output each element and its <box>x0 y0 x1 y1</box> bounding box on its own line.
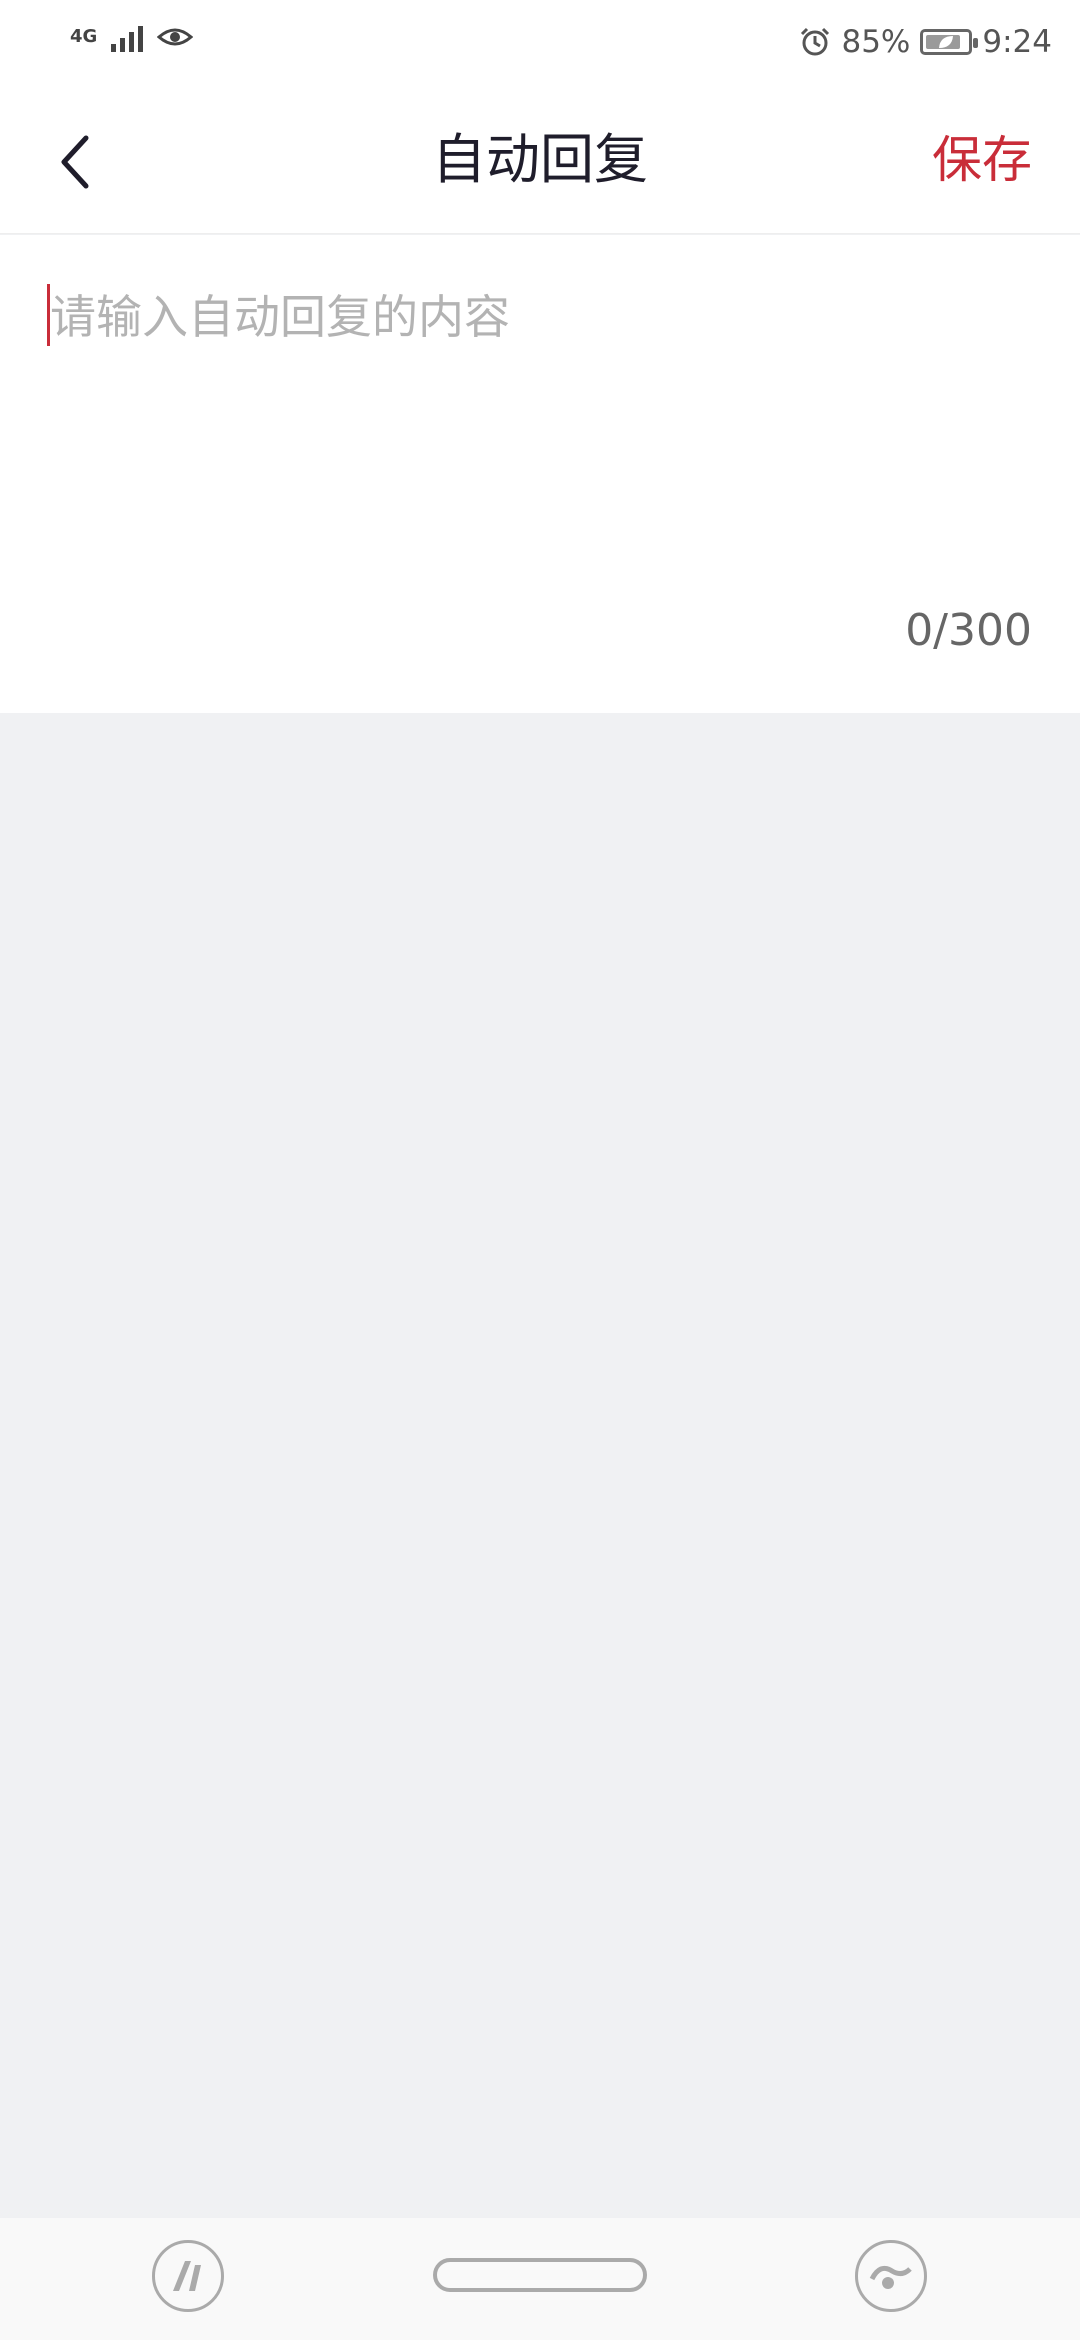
assistant-icon[interactable] <box>152 2240 224 2312</box>
char-counter: 0/300 <box>905 605 1032 656</box>
leaf-icon <box>939 36 954 48</box>
signal-icon <box>111 22 144 52</box>
battery-percent: 85% <box>841 24 911 60</box>
save-button[interactable]: 保存 <box>932 128 1032 192</box>
page-title: 自动回复 <box>432 128 648 191</box>
status-right: 85% 9:24 <box>799 24 1052 60</box>
clock: 9:24 <box>982 24 1052 60</box>
smart-icon[interactable] <box>855 2240 927 2312</box>
auto-reply-input[interactable] <box>50 277 1030 357</box>
alarm-icon <box>801 27 830 56</box>
status-bar: 4G 85% 9:24 <box>0 0 1080 90</box>
eye-icon <box>157 28 194 46</box>
battery-icon <box>920 29 979 55</box>
network-type: 4G <box>70 26 98 47</box>
system-nav-bar <box>0 2218 1080 2340</box>
status-left: 4G <box>70 22 194 52</box>
header: 自动回复 保存 <box>0 90 1080 234</box>
home-pill[interactable] <box>433 2258 647 2292</box>
reply-editor: 0/300 <box>0 235 1080 713</box>
screen: 4G 85% 9:24 自动回复 保存 请输入自动回复的内容 0/300 <box>0 0 1080 2340</box>
